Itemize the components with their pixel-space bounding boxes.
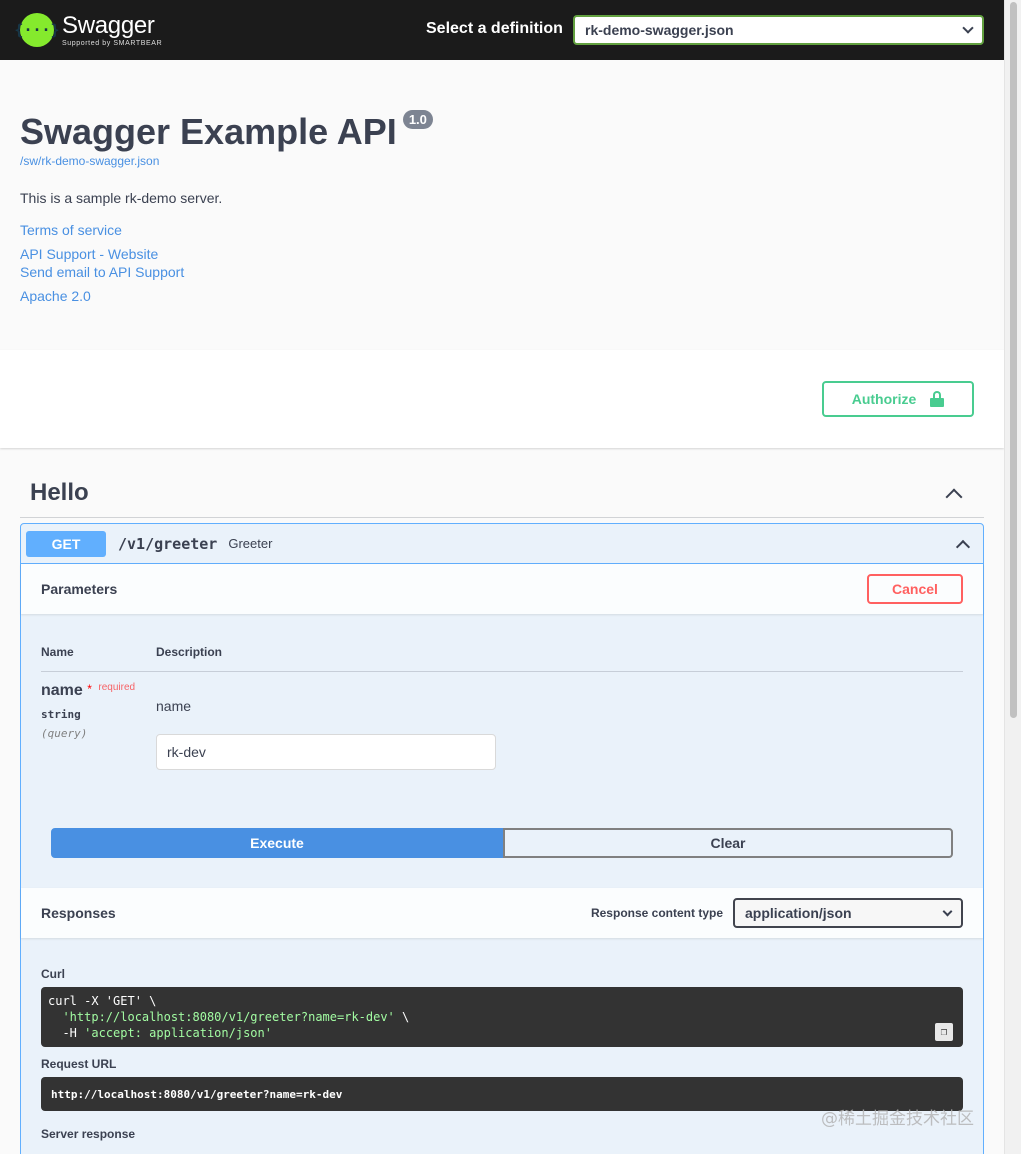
scrollbar-thumb[interactable] — [1010, 2, 1017, 718]
api-title: Swagger Example API — [20, 111, 397, 152]
server-response-label: Server response — [41, 1127, 136, 1141]
authorize-label: Authorize — [851, 391, 917, 407]
curl-label: Curl — [41, 967, 65, 981]
page-scrollbar[interactable] — [1004, 0, 1021, 1154]
swagger-logo-icon: {···} — [14, 13, 60, 47]
curl-code-block[interactable]: curl -X 'GET' \ 'http://localhost:8080/v… — [41, 987, 963, 1047]
swagger-logo[interactable]: {···} Swagger Supported by SMARTBEAR — [14, 11, 163, 47]
curl-line-2-url: 'http://localhost:8080/v1/greeter?name=r… — [62, 1010, 395, 1024]
name-input[interactable]: rk-dev — [156, 734, 496, 770]
method-badge: GET — [26, 530, 106, 557]
curl-line-3-prefix: -H — [62, 1026, 85, 1040]
logo-subtitle: Supported by SMARTBEAR — [62, 39, 163, 47]
parameter-row: name * required string (query) name rk-d… — [41, 672, 963, 770]
parameters-table-header: Name Description — [41, 614, 963, 672]
operation-summary[interactable]: GET /v1/greeter Greeter — [21, 524, 983, 564]
curl-line-2-suffix: \ — [394, 1010, 410, 1024]
topbar: {···} Swagger Supported by SMARTBEAR Sel… — [0, 0, 1004, 60]
column-description: Description — [156, 645, 223, 659]
logo-name: Swagger — [62, 11, 155, 39]
parameter-name: name — [41, 682, 83, 699]
responses-header: Responses Response content type applicat… — [21, 888, 983, 938]
tag-name: Hello — [30, 478, 89, 506]
parameters-table: Name Description name * required string … — [21, 614, 983, 888]
tag-section-header[interactable]: Hello — [20, 468, 984, 518]
copy-to-clipboard-icon[interactable]: ❐ — [935, 1023, 953, 1041]
execute-button-group: Execute Clear — [51, 828, 953, 858]
chevron-up-icon[interactable] — [955, 539, 971, 554]
parameter-type: string — [41, 708, 81, 721]
definition-select[interactable]: rk-demo-swagger.json — [573, 15, 984, 45]
terms-of-service-link[interactable]: Terms of service — [20, 222, 984, 238]
version-badge: 1.0 — [402, 110, 433, 129]
definition-label: Select a definition — [426, 20, 563, 37]
clear-button[interactable]: Clear — [503, 828, 953, 858]
authorize-button[interactable]: Authorize — [822, 381, 974, 417]
api-support-email-link[interactable]: Send email to API Support — [20, 264, 984, 280]
scheme-container: Authorize — [0, 350, 1004, 448]
api-info: Swagger Example API 1.0 /sw/rk-demo-swag… — [0, 110, 1004, 304]
chevron-down-icon — [962, 22, 974, 34]
response-content-type-select[interactable]: application/json — [733, 898, 963, 928]
chevron-down-icon — [942, 906, 953, 916]
swagger-page: {···} Swagger Supported by SMARTBEAR Sel… — [0, 0, 1004, 1154]
parameters-title: Parameters — [41, 581, 118, 597]
operation-path: /v1/greeter — [118, 534, 218, 553]
column-name: Name — [41, 645, 74, 659]
required-star: * — [87, 682, 92, 696]
api-description: This is a sample rk-demo server. — [20, 190, 223, 206]
operation-block-get: GET /v1/greeter Greeter Parameters Cance… — [20, 523, 984, 1154]
execute-button[interactable]: Execute — [51, 828, 503, 858]
license-link[interactable]: Apache 2.0 — [20, 288, 984, 304]
curl-line-3-header: 'accept: application/json' — [84, 1026, 272, 1040]
spec-url-link[interactable]: /sw/rk-demo-swagger.json — [20, 154, 984, 168]
chevron-up-icon[interactable] — [945, 488, 963, 505]
response-content-type-label: Response content type — [590, 906, 723, 920]
required-label: required — [98, 682, 136, 693]
unlock-icon — [930, 391, 945, 407]
api-support-website-link[interactable]: API Support - Website — [20, 246, 984, 262]
responses-title: Responses — [41, 905, 116, 921]
watermark: @稀土掘金技术社区 — [821, 1109, 974, 1129]
operation-summary-text: Greeter — [228, 536, 273, 551]
cancel-button[interactable]: Cancel — [867, 574, 963, 604]
response-content-type-value: application/json — [745, 905, 852, 921]
parameter-description: name — [156, 698, 192, 714]
parameter-location: (query) — [41, 727, 88, 740]
request-url-label: Request URL — [41, 1057, 117, 1071]
parameters-header: Parameters Cancel — [21, 564, 983, 614]
definition-select-value: rk-demo-swagger.json — [585, 22, 734, 38]
curl-line-1: curl -X 'GET' \ — [48, 994, 157, 1008]
